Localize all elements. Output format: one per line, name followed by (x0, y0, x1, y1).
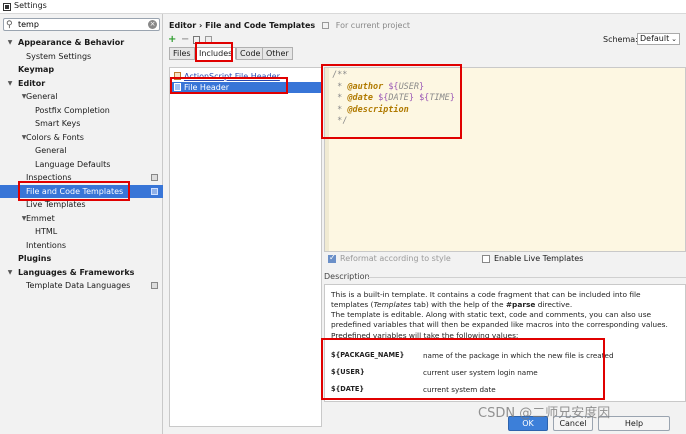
settings-sidebar: ⚲ × ▼ Appearance & Behavior System Setting… (0, 14, 163, 434)
live-templates-checkbox[interactable] (482, 255, 490, 263)
code-line: * @author ${USER} (332, 81, 425, 92)
watermark-text: CSDN @二师兄安度因 (478, 406, 611, 421)
sidebar-item[interactable]: Intentions (0, 239, 163, 253)
app-icon (3, 3, 11, 11)
reset-template-button[interactable] (205, 36, 212, 44)
template-list: ActionScript File Header File Header (169, 67, 322, 427)
schema-label: Schema: (603, 35, 638, 44)
description-heading: Description (324, 272, 370, 281)
sidebar-item-label: Language Defaults (35, 159, 111, 169)
tab-other[interactable]: Other (262, 47, 293, 60)
sidebar-item-label: General (35, 146, 67, 155)
file-template-icon (174, 83, 181, 91)
sidebar-item[interactable]: General (0, 144, 163, 158)
sidebar-item[interactable]: ▼ Emmet (0, 212, 163, 226)
table-row: ${USER} current user system login name (331, 368, 538, 377)
sidebar-item-label: HTML (35, 227, 58, 236)
variables-table: ${PACKAGE_NAME} name of the package in wh… (331, 347, 681, 398)
breadcrumb-path: Editor › File and Code Templates (169, 21, 316, 30)
code-line: */ (337, 116, 348, 126)
sidebar-item-label: General (26, 92, 58, 101)
description-vars-intro: Predefined variables will take the follo… (331, 331, 519, 340)
description-divider (368, 277, 686, 278)
sidebar-item-label: Smart Keys (35, 119, 81, 128)
search-input[interactable] (18, 19, 142, 30)
sidebar-item-label: Editor (18, 78, 46, 88)
sidebar-item[interactable]: Inspections (0, 171, 163, 185)
sidebar-item[interactable]: HTML (0, 225, 163, 239)
sidebar-item-label: Inspections (26, 173, 72, 182)
sidebar-item-label: System Settings (26, 51, 92, 61)
sidebar-item[interactable]: ▼ Appearance & Behavior (0, 36, 163, 50)
live-templates-label: Enable Live Templates (494, 254, 584, 263)
remove-template-button[interactable]: − (181, 35, 189, 45)
sidebar-item-label: Intentions (26, 240, 67, 250)
sidebar-item[interactable]: ▼ Colors & Fonts (0, 131, 163, 145)
schema-value: Default (640, 34, 670, 43)
template-options: Reformat according to style Enable Live … (328, 253, 686, 267)
clear-search-icon[interactable]: × (148, 20, 157, 29)
reformat-label: Reformat according to style (340, 254, 451, 263)
sidebar-item-label: Emmet (26, 213, 55, 223)
sidebar-item[interactable]: System Settings (0, 50, 163, 64)
sidebar-item[interactable]: Smart Keys (0, 117, 163, 131)
sidebar-item-label: Postfix Completion (35, 105, 110, 115)
sidebar-item[interactable]: ▼ General (0, 90, 163, 104)
settings-search[interactable]: ⚲ × (3, 18, 160, 31)
main-panel: Editor › File and Code Templates For cur… (164, 14, 686, 434)
sidebar-item[interactable]: Language Defaults (0, 158, 163, 172)
scope-label: For current project (335, 21, 410, 30)
sidebar-item-label: Languages & Frameworks (18, 267, 135, 277)
code-line: * @date ${DATE} ${TIME} (332, 93, 455, 103)
sidebar-item[interactable]: ▼ Editor (0, 77, 163, 91)
code-line: * @description (332, 104, 409, 115)
search-icon: ⚲ (6, 20, 13, 30)
tab-code[interactable]: Code (236, 47, 265, 60)
expand-arrow-icon[interactable]: ▼ (6, 36, 14, 50)
tab-files[interactable]: Files (169, 47, 195, 60)
file-template-icon (174, 72, 181, 80)
sidebar-item[interactable]: Plugins (0, 252, 163, 266)
tab-includes[interactable]: Includes (195, 47, 237, 60)
table-row: ${PACKAGE_NAME} name of the package in wh… (331, 351, 614, 360)
sidebar-item[interactable]: ▼ Languages & Frameworks (0, 266, 163, 280)
title-bar: Settings (0, 0, 686, 14)
reformat-checkbox[interactable] (328, 253, 336, 263)
template-editor[interactable]: /** * @author ${USER} * @date ${DATE} ${… (324, 67, 686, 252)
project-scope-icon (321, 22, 329, 29)
sidebar-item-label: Keymap (18, 65, 55, 74)
project-scope-icon (151, 282, 158, 289)
sidebar-item-label: Plugins (18, 254, 52, 263)
expand-arrow-icon[interactable]: ▼ (6, 77, 14, 91)
sidebar-item[interactable]: Template Data Languages (0, 279, 163, 293)
project-scope-icon (151, 187, 158, 195)
sidebar-item[interactable]: File and Code Templates (0, 184, 163, 198)
add-template-button[interactable]: + (168, 35, 176, 45)
code-line: /** (332, 70, 348, 80)
description-panel: This is a built-in template. It contains… (324, 284, 686, 402)
sidebar-item-label: Colors & Fonts (26, 132, 84, 142)
chevron-down-icon: ⌄ (671, 35, 677, 43)
table-row: ${DATE} current system date (331, 385, 496, 394)
editor-gutter (325, 68, 329, 251)
expand-arrow-icon[interactable]: ▼ (6, 266, 14, 280)
sidebar-item[interactable]: Live Templates (0, 198, 163, 212)
description-editable: The template is editable. Along with sta… (331, 310, 668, 329)
list-item[interactable]: ActionScript File Header (171, 71, 321, 82)
sidebar-item-label: Appearance & Behavior (18, 38, 125, 47)
schema-select[interactable]: Default ⌄ (637, 33, 680, 45)
settings-tree: ▼ Appearance & Behavior System Settings Key… (0, 36, 163, 293)
list-item[interactable]: File Header (171, 82, 321, 93)
sidebar-item-label: File and Code Templates (26, 186, 124, 196)
sidebar-item[interactable]: Postfix Completion (0, 104, 163, 118)
copy-template-button[interactable] (193, 36, 200, 44)
sidebar-item-label: Live Templates (26, 200, 86, 209)
window-title: Settings (14, 1, 47, 10)
sidebar-item[interactable]: Keymap (0, 63, 163, 77)
breadcrumb: Editor › File and Code Templates For cur… (169, 21, 410, 30)
description-intro: This is a built-in template. It contains… (331, 290, 641, 309)
sidebar-item-label: Template Data Languages (26, 281, 131, 290)
project-scope-icon (151, 174, 158, 181)
